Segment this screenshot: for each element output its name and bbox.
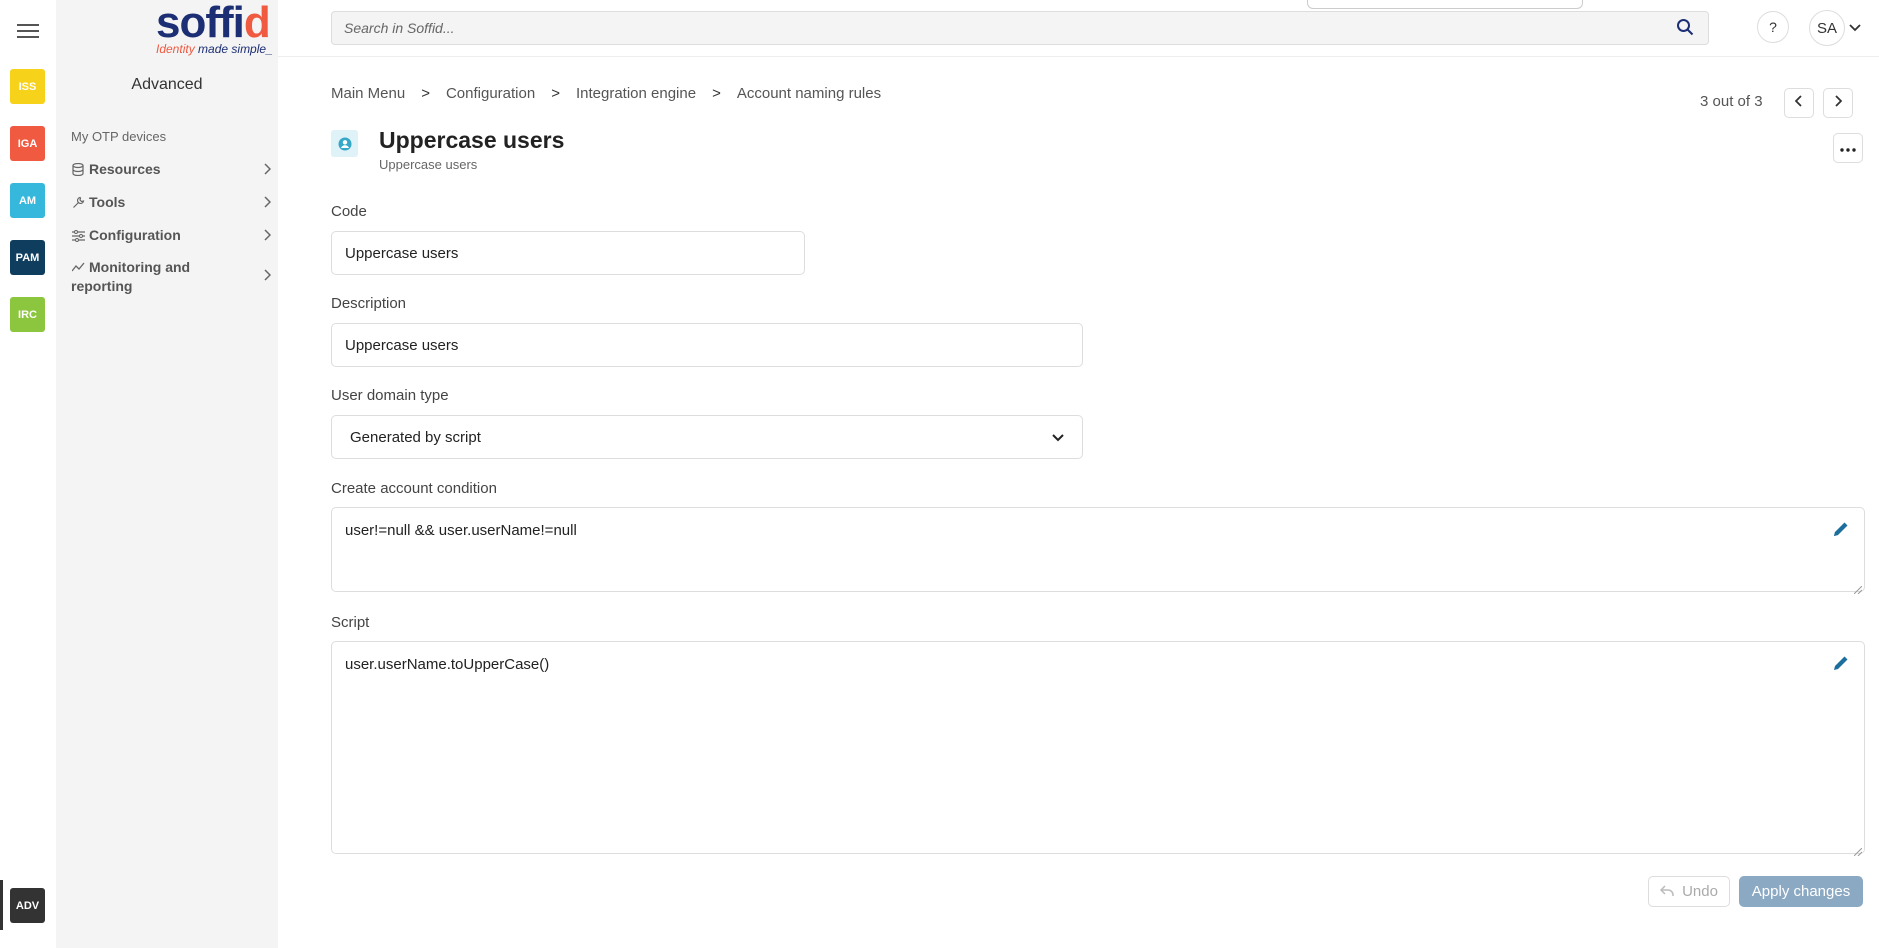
next-record-button[interactable] xyxy=(1823,88,1853,118)
menu-item-monitoring-and-reporting[interactable]: Monitoring and reporting xyxy=(71,258,272,296)
help-button[interactable]: ? xyxy=(1757,11,1789,43)
avatar: SA xyxy=(1809,10,1845,46)
script-label: Script xyxy=(331,614,370,631)
module-iga-button[interactable]: IGA xyxy=(10,126,45,161)
menu-item-label: Configuration xyxy=(89,227,181,243)
chevron-left-icon xyxy=(1794,94,1803,112)
user-domain-type-value: Generated by script xyxy=(350,428,481,446)
breadcrumb-separator: > xyxy=(712,85,721,102)
menu-item-label: Monitoring and reporting xyxy=(71,259,191,294)
menu-title: Advanced xyxy=(131,76,203,93)
active-module-marker xyxy=(0,880,3,930)
page-title: Uppercase users xyxy=(379,127,565,153)
create-account-condition-value: user!=null && user.userName!=null xyxy=(345,522,577,539)
module-irc-button[interactable]: IRC xyxy=(10,297,45,332)
code-field[interactable]: Uppercase users xyxy=(331,231,805,275)
create-account-condition-field[interactable]: user!=null && user.userName!=null xyxy=(331,507,1865,595)
pager-counter: 3 out of 3 xyxy=(1700,93,1763,110)
chevron-right-icon xyxy=(1834,94,1843,112)
menu-item-label: My OTP devices xyxy=(71,129,167,144)
script-value: user.userName.toUpperCase() xyxy=(345,656,550,673)
undo-button[interactable]: Undo xyxy=(1648,876,1730,907)
resize-handle-icon[interactable] xyxy=(1853,843,1863,857)
description-label: Description xyxy=(331,295,407,312)
undo-icon xyxy=(1660,884,1674,900)
previous-record-button[interactable] xyxy=(1784,88,1814,118)
menu-item-label: Resources xyxy=(89,161,161,177)
edit-pencil-icon[interactable] xyxy=(1832,520,1852,540)
side-menu: soffid Identity made simple_ Advanced My… xyxy=(56,0,278,948)
search-input[interactable] xyxy=(344,20,1676,36)
chevron-right-icon xyxy=(263,195,272,211)
description-field[interactable]: Uppercase users xyxy=(331,323,1083,367)
logo-tagline: Identity made simple_ xyxy=(156,42,273,56)
user-menu-button[interactable]: SA xyxy=(1809,10,1865,46)
sliders-icon xyxy=(71,229,85,243)
edit-pencil-icon[interactable] xyxy=(1832,654,1852,674)
account-naming-rule-icon xyxy=(331,130,358,157)
chevron-down-icon xyxy=(1052,429,1064,446)
script-field[interactable]: user.userName.toUpperCase() xyxy=(331,641,1865,857)
breadcrumb-account-naming-rules[interactable]: Account naming rules xyxy=(737,85,881,102)
module-iss-button[interactable]: ISS xyxy=(10,69,45,104)
module-am-button[interactable]: AM xyxy=(10,183,45,218)
breadcrumb-configuration[interactable]: Configuration xyxy=(446,85,535,102)
undo-label: Undo xyxy=(1682,883,1718,900)
menu-item-resources[interactable]: Resources xyxy=(71,160,272,179)
more-options-button[interactable] xyxy=(1833,133,1863,163)
module-rail: ISS IGA AM PAM IRC ADV xyxy=(0,0,56,948)
wrench-icon xyxy=(71,196,85,210)
chart-line-icon xyxy=(71,260,85,274)
apply-changes-button[interactable]: Apply changes xyxy=(1739,876,1863,907)
chevron-down-icon xyxy=(1849,19,1861,37)
menu-item-tools[interactable]: Tools xyxy=(71,193,272,212)
logo-wordmark: soffid xyxy=(156,0,271,47)
module-adv-button[interactable]: ADV xyxy=(10,888,45,923)
menu-item-my-otp-devices[interactable]: My OTP devices xyxy=(71,127,271,146)
breadcrumb-main-menu[interactable]: Main Menu xyxy=(331,85,405,102)
create-account-condition-label: Create account condition xyxy=(331,480,497,497)
user-domain-type-label: User domain type xyxy=(331,387,449,404)
page-subtitle: Uppercase users xyxy=(379,157,478,172)
database-icon xyxy=(71,163,85,177)
module-pam-button[interactable]: PAM xyxy=(10,240,45,275)
code-label: Code xyxy=(331,203,367,220)
breadcrumb-separator: > xyxy=(421,85,430,102)
chevron-right-icon xyxy=(263,162,272,178)
breadcrumb-separator: > xyxy=(551,85,560,102)
search-bar xyxy=(331,11,1709,45)
search-icon[interactable] xyxy=(1676,18,1696,38)
header-divider xyxy=(278,56,1879,57)
breadcrumb: Main Menu > Configuration > Integration … xyxy=(331,85,881,102)
resize-handle-icon[interactable] xyxy=(1853,581,1863,595)
ellipsis-icon xyxy=(1840,139,1856,157)
chevron-right-icon xyxy=(263,228,272,244)
menu-item-configuration[interactable]: Configuration xyxy=(71,226,272,245)
popup-edge xyxy=(1307,0,1583,9)
soffid-logo[interactable]: soffid Identity made simple_ xyxy=(106,0,273,58)
breadcrumb-integration-engine[interactable]: Integration engine xyxy=(576,85,696,102)
chevron-right-icon xyxy=(263,268,272,284)
hamburger-menu-icon[interactable] xyxy=(16,20,40,44)
user-domain-type-select[interactable]: Generated by script xyxy=(331,415,1083,459)
menu-item-label: Tools xyxy=(89,194,126,210)
